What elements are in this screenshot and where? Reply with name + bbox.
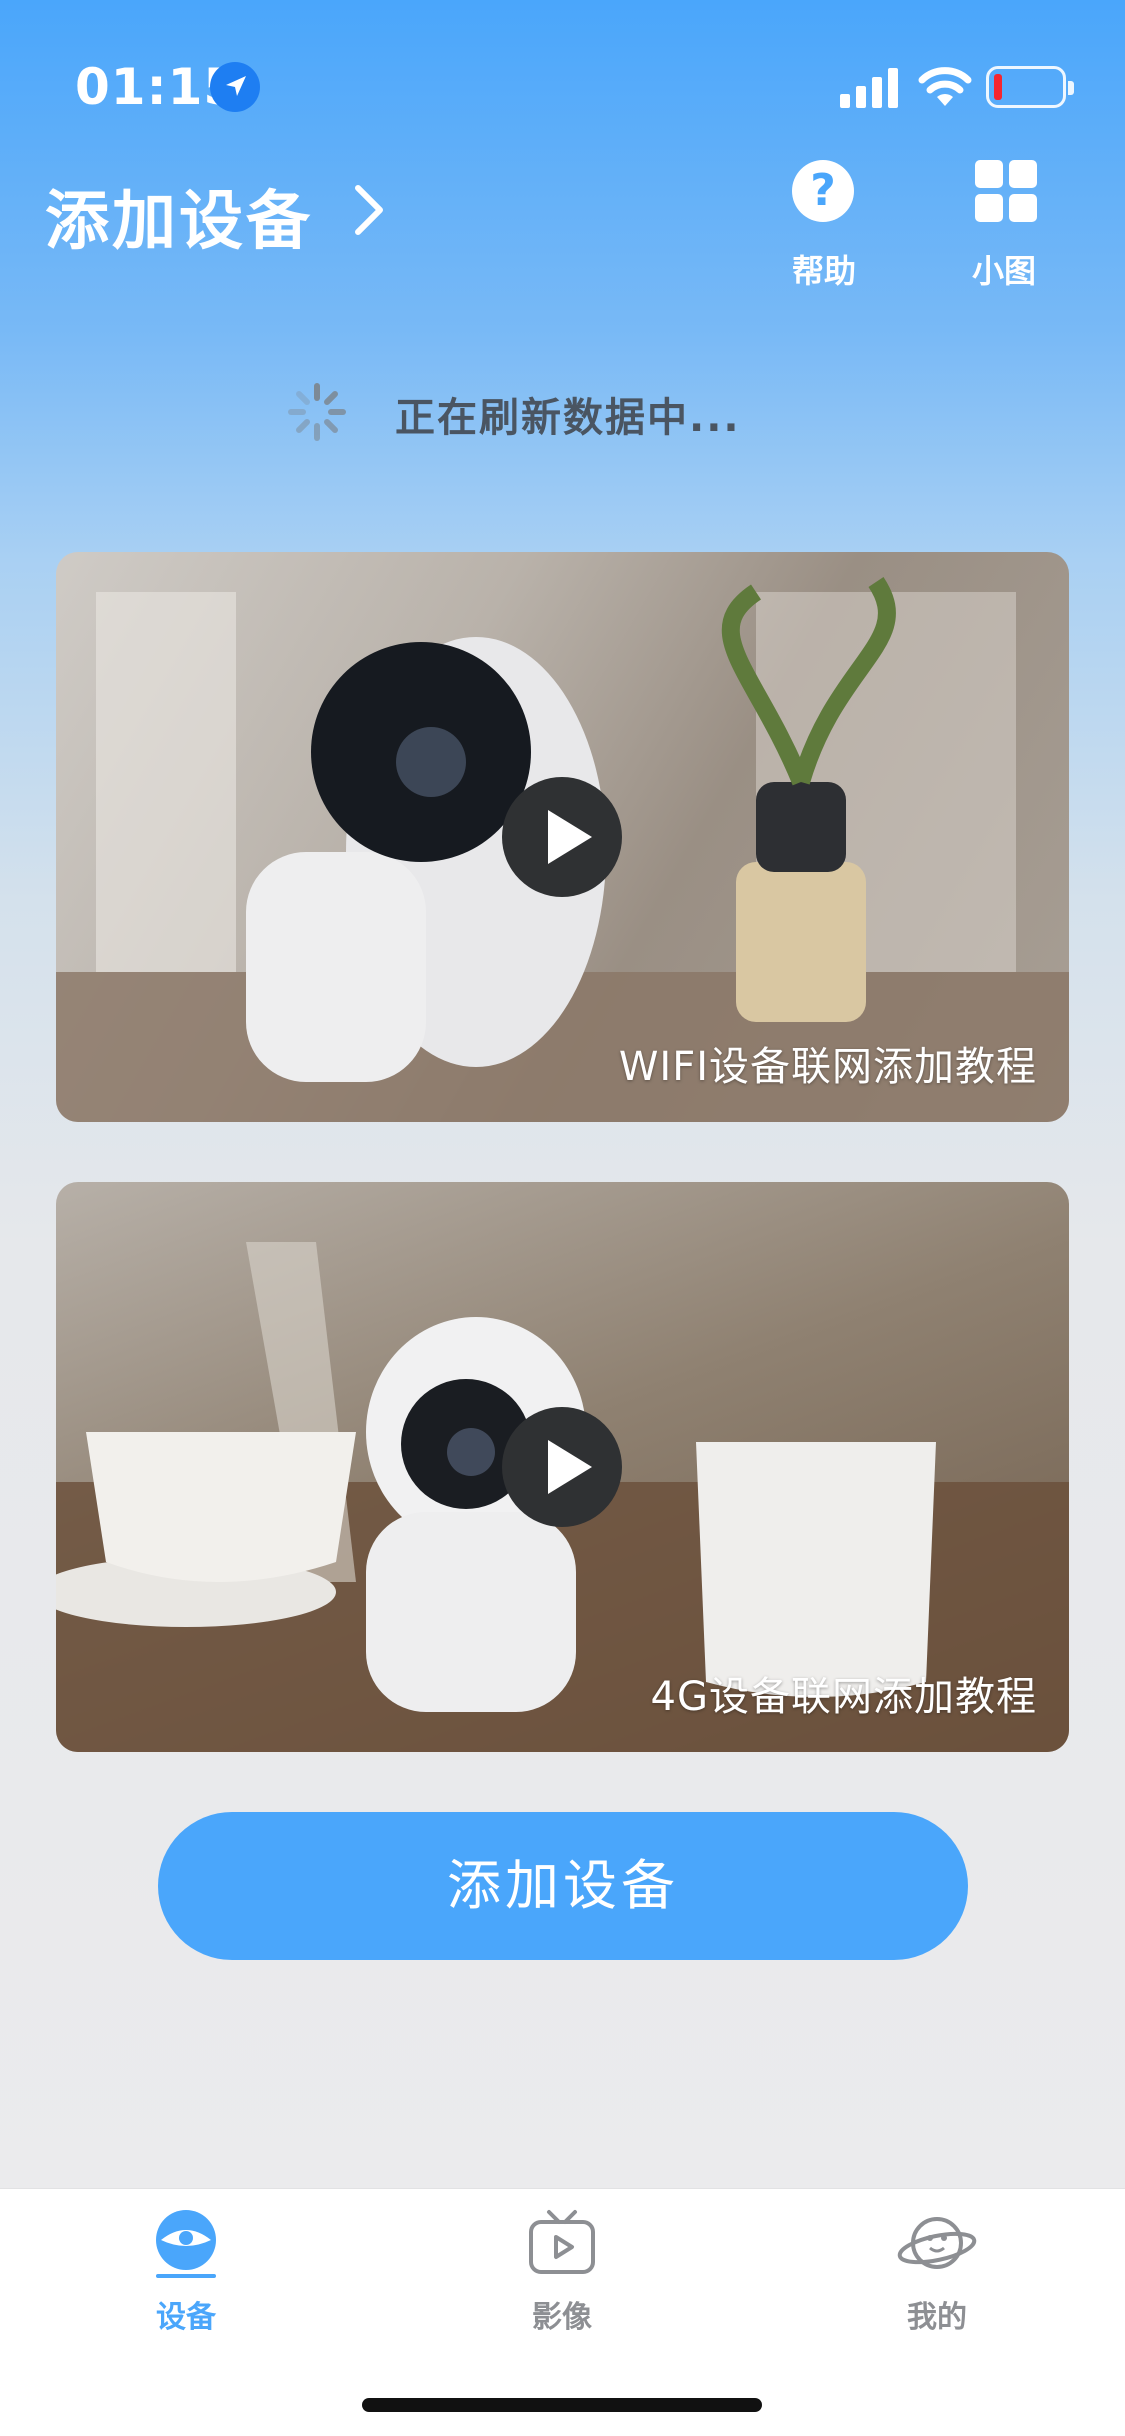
planet-face-icon — [897, 2217, 977, 2269]
play-button[interactable] — [502, 777, 622, 897]
cellular-signal-icon — [840, 68, 898, 108]
grid-view-label[interactable]: 小图 — [972, 246, 1036, 292]
tab-profile-label: 我的 — [907, 2300, 967, 2335]
wifi-icon — [918, 67, 972, 106]
tab-profile[interactable]: 我的 — [837, 2208, 1037, 2336]
play-button[interactable] — [502, 1407, 622, 1527]
camera-eye-icon — [156, 2210, 216, 2278]
loading-spinner-icon — [288, 383, 346, 441]
page-title[interactable]: 添加设备 — [45, 170, 313, 262]
help-icon[interactable]: ? — [792, 160, 854, 222]
loading-text: 正在刷新数据中... — [395, 395, 741, 441]
add-device-button[interactable]: 添加设备 — [158, 1812, 968, 1960]
wifi-tutorial-label: WIFI设备联网添加教程 — [618, 1044, 1037, 1090]
tab-devices[interactable]: 设备 — [86, 2208, 286, 2336]
help-label[interactable]: 帮助 — [792, 246, 856, 292]
home-indicator — [362, 2398, 762, 2412]
tab-media-label: 影像 — [532, 2300, 592, 2335]
location-icon — [210, 62, 260, 112]
4g-tutorial-card[interactable]: 4G设备联网添加教程 — [56, 1182, 1069, 1752]
grid-view-icon[interactable] — [975, 160, 1037, 222]
wifi-tutorial-card[interactable]: WIFI设备联网添加教程 — [56, 552, 1069, 1122]
tab-media[interactable]: 影像 — [462, 2208, 662, 2336]
tab-devices-label: 设备 — [156, 2300, 216, 2335]
4g-tutorial-label: 4G设备联网添加教程 — [650, 1674, 1037, 1720]
battery-icon — [986, 66, 1074, 108]
tv-play-icon — [529, 2210, 595, 2274]
chevron-right-icon[interactable] — [348, 182, 388, 238]
